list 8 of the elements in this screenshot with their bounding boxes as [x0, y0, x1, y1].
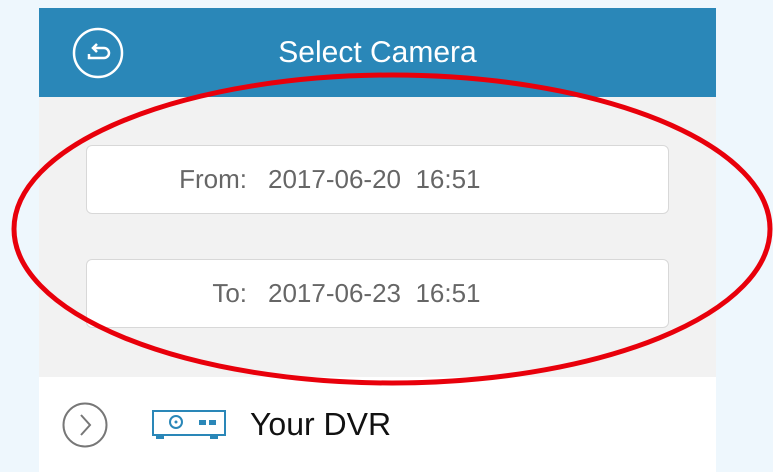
dvr-icon [152, 410, 226, 440]
date-field[interactable]: From: 2017-06-20 16:51 [86, 145, 669, 214]
chevron-icon[interactable] [62, 402, 108, 448]
device-row[interactable]: Your DVR [39, 377, 716, 472]
date-field[interactable]: To: 2017-06-23 16:51 [86, 259, 669, 328]
back-button[interactable] [72, 26, 124, 78]
device-name: Your DVR [250, 406, 392, 443]
screen-title: Select Camera [277, 36, 478, 70]
